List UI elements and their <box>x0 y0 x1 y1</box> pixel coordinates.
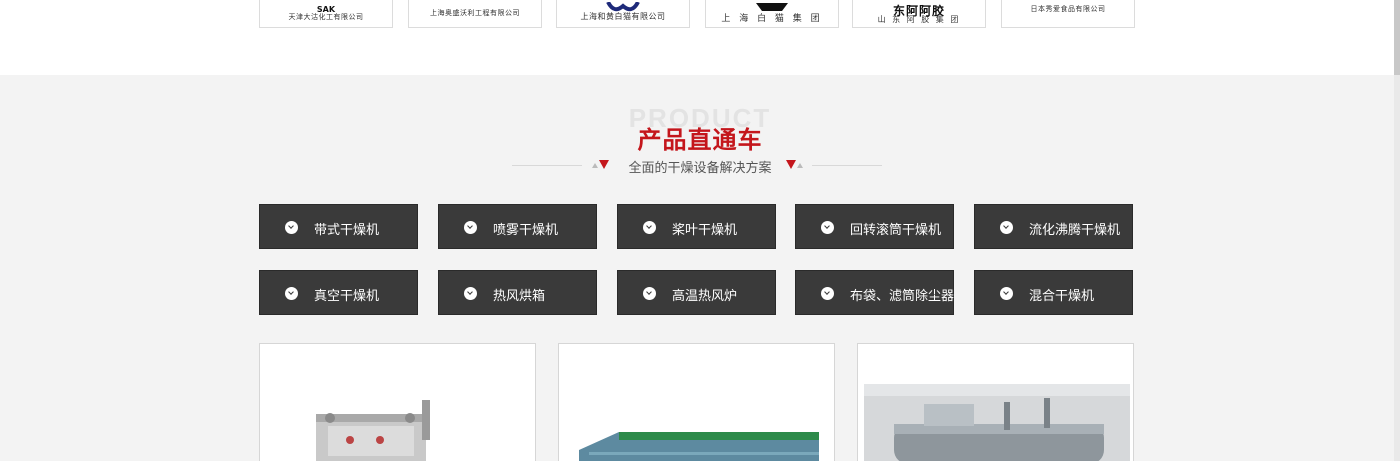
category-button[interactable]: 桨叶干燥机 <box>617 204 776 249</box>
partner-name: 上海和黄白猫有限公司 <box>580 12 666 21</box>
product-card[interactable] <box>558 343 835 461</box>
category-label: 喷雾干燥机 <box>493 223 559 238</box>
chevron-down-icon <box>1000 221 1013 234</box>
partner-name: 日本秀爱食品有限公司 <box>1030 5 1106 13</box>
chevron-down-icon <box>821 221 834 234</box>
partner-name: 天津大沽化工有限公司 <box>288 13 364 21</box>
chevron-down-icon <box>464 287 477 300</box>
belt-dryer-photo <box>579 432 819 461</box>
category-label: 热风烘箱 <box>493 289 546 304</box>
category-label: 高温热风炉 <box>672 289 738 304</box>
scrollbar-thumb[interactable] <box>1394 0 1400 75</box>
partner-logo-card[interactable]: 上海和黄白猫有限公司 <box>556 0 690 28</box>
triangle-up-icon <box>797 163 803 168</box>
category-button[interactable]: 真空干燥机 <box>259 270 418 315</box>
chevron-down-icon <box>821 287 834 300</box>
chevron-down-icon <box>643 287 656 300</box>
partner-logo-strip: SAK 天津大沽化工有限公司 上海奥盛沃利工程有限公司 上海和黄白猫有限公司 上… <box>0 0 1400 75</box>
triangle-down-icon <box>786 160 796 169</box>
category-button[interactable]: 布袋、滤筒除尘器 <box>795 270 954 315</box>
category-label: 真空干燥机 <box>314 289 380 304</box>
partner-logo-card[interactable]: 日本秀爱食品有限公司 <box>1001 0 1135 28</box>
category-label: 回转滚筒干燥机 <box>850 223 942 238</box>
category-button[interactable]: 热风烘箱 <box>438 270 597 315</box>
category-label: 带式干燥机 <box>314 223 380 238</box>
partner-logo-card[interactable]: 上 海 白 猫 集 团 <box>705 0 839 28</box>
partner-logo-card[interactable]: 东阿阿胶 山 东 阿 胶 集 团 <box>852 0 986 28</box>
partner-name: 山 东 阿 胶 集 团 <box>877 15 961 24</box>
category-button[interactable]: 混合干燥机 <box>974 270 1133 315</box>
chevron-down-icon <box>643 221 656 234</box>
category-button[interactable]: 流化沸腾干燥机 <box>974 204 1133 249</box>
category-button[interactable]: 回转滚筒干燥机 <box>795 204 954 249</box>
section-subtitle-row: 全面的干燥设备解决方案 <box>0 155 1400 176</box>
chevron-down-icon <box>285 287 298 300</box>
category-label: 混合干燥机 <box>1029 289 1095 304</box>
paddle-dryer-photo <box>310 400 440 461</box>
category-label: 布袋、滤筒除尘器 <box>850 289 955 304</box>
divider-line <box>812 165 882 166</box>
product-card[interactable] <box>259 343 536 461</box>
product-card[interactable] <box>857 343 1134 461</box>
category-button[interactable]: 带式干燥机 <box>259 204 418 249</box>
partner-name: 上 海 白 猫 集 团 <box>721 14 823 24</box>
category-label: 桨叶干燥机 <box>672 223 738 238</box>
product-section: PRODUCT 产品直通车 全面的干燥设备解决方案 带式干燥机 喷雾干燥机 桨叶… <box>0 75 1400 461</box>
chevron-down-icon <box>1000 287 1013 300</box>
chevron-down-icon <box>464 221 477 234</box>
category-button[interactable]: 高温热风炉 <box>617 270 776 315</box>
section-title: 产品直通车 <box>637 126 763 154</box>
section-subtitle: 全面的干燥设备解决方案 <box>628 161 772 176</box>
partner-logo-card[interactable]: SAK 天津大沽化工有限公司 <box>259 0 393 28</box>
chevron-down-icon <box>285 221 298 234</box>
drum-dryer-photo <box>864 384 1130 461</box>
partner-name: 上海奥盛沃利工程有限公司 <box>430 9 520 17</box>
category-label: 流化沸腾干燥机 <box>1029 223 1121 238</box>
category-button[interactable]: 喷雾干燥机 <box>438 204 597 249</box>
partner-logo-card[interactable]: 上海奥盛沃利工程有限公司 <box>408 0 542 28</box>
